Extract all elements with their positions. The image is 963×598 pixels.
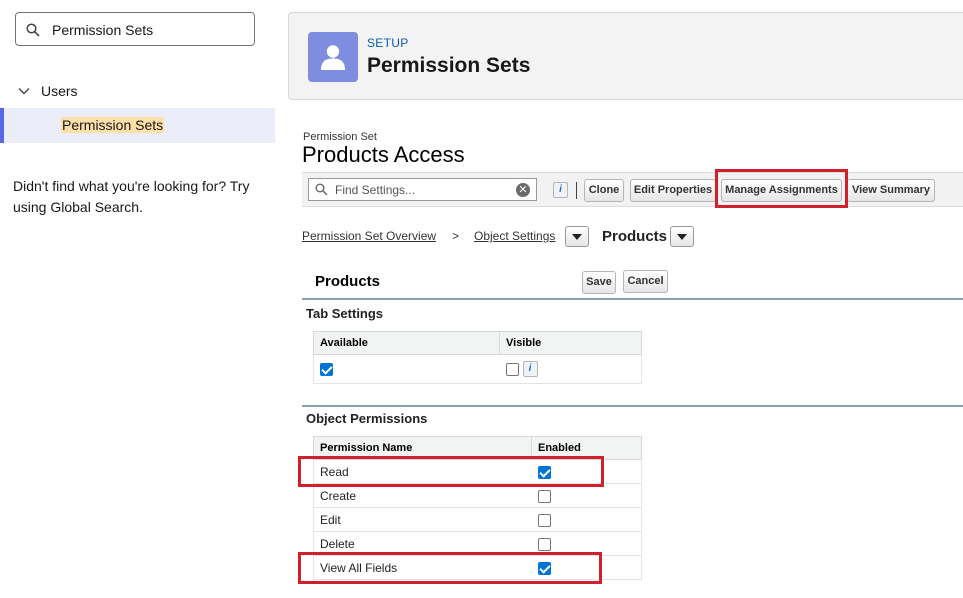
visible-checkbox[interactable] bbox=[505, 362, 519, 376]
page-title: Permission Sets bbox=[367, 54, 531, 77]
permission-name: Create bbox=[313, 483, 532, 508]
delete-checkbox[interactable] bbox=[537, 537, 551, 551]
breadcrumb-separator: > bbox=[452, 229, 460, 243]
visible-cell: i bbox=[499, 354, 642, 384]
quick-find-input[interactable]: Permission Sets bbox=[15, 12, 255, 46]
table-row: View All Fields bbox=[313, 555, 642, 580]
view-all-fields-checkbox[interactable] bbox=[537, 561, 551, 575]
table-row: Delete bbox=[313, 531, 642, 556]
save-button[interactable]: Save bbox=[582, 271, 616, 294]
breadcrumb-overview-link[interactable]: Permission Set Overview bbox=[302, 229, 436, 243]
table-row: i bbox=[313, 354, 642, 384]
page-header: SETUP Permission Sets bbox=[288, 12, 963, 100]
available-cell bbox=[313, 354, 500, 384]
enabled-cell bbox=[531, 459, 642, 484]
read-checkbox[interactable] bbox=[537, 465, 551, 479]
breadcrumb-current: Products bbox=[602, 228, 668, 245]
permission-name: View All Fields bbox=[313, 555, 532, 580]
search-icon bbox=[315, 183, 328, 196]
object-settings-dropdown-icon[interactable] bbox=[565, 226, 589, 247]
sidebar-item-label: Users bbox=[41, 83, 78, 99]
manage-assignments-button[interactable]: Manage Assignments bbox=[721, 179, 842, 202]
edit-checkbox[interactable] bbox=[537, 513, 551, 527]
enabled-cell bbox=[531, 507, 642, 532]
table-row: Read bbox=[313, 459, 642, 484]
column-header: Enabled bbox=[531, 436, 642, 460]
toolbar-divider bbox=[576, 182, 577, 199]
sidebar-item-users[interactable]: Users bbox=[18, 82, 78, 100]
edit-properties-button[interactable]: Edit Properties bbox=[630, 179, 716, 202]
available-checkbox[interactable] bbox=[320, 363, 333, 377]
table-row: Create bbox=[313, 483, 642, 508]
global-search-hint: Didn't find what you're looking for? Try… bbox=[13, 178, 250, 215]
breadcrumb: Permission Set Overview > Object Setting… bbox=[302, 226, 722, 248]
sidebar-item-label: Permission Sets bbox=[61, 117, 165, 133]
create-checkbox[interactable] bbox=[537, 489, 551, 503]
clone-button[interactable]: Clone bbox=[584, 179, 624, 202]
tab-settings-table: Available Visible i bbox=[313, 331, 642, 384]
column-header: Available bbox=[313, 331, 500, 355]
column-header: Permission Name bbox=[313, 436, 532, 460]
object-permissions-title: Object Permissions bbox=[306, 411, 428, 426]
table-header-row: Available Visible bbox=[313, 331, 642, 355]
enabled-cell bbox=[531, 531, 642, 556]
permission-name: Edit bbox=[313, 507, 532, 532]
products-dropdown-icon[interactable] bbox=[670, 226, 694, 247]
setup-sidebar: Permission Sets Users Permission Sets Di… bbox=[0, 0, 275, 598]
tab-settings-title: Tab Settings bbox=[306, 306, 384, 321]
view-summary-button[interactable]: View Summary bbox=[847, 179, 935, 202]
permission-name: Delete bbox=[313, 531, 532, 556]
clear-icon[interactable]: ✕ bbox=[516, 183, 530, 197]
permission-name: Read bbox=[313, 459, 532, 484]
user-icon bbox=[308, 32, 358, 82]
permission-set-toolbar: Find Settings... ✕ i Clone Edit Properti… bbox=[302, 172, 963, 207]
section-divider bbox=[302, 405, 963, 407]
search-icon bbox=[26, 23, 40, 37]
section-divider bbox=[302, 298, 963, 300]
find-settings-placeholder: Find Settings... bbox=[335, 183, 416, 197]
cancel-button[interactable]: Cancel bbox=[623, 270, 668, 293]
sidebar-item-permission-sets[interactable]: Permission Sets bbox=[0, 108, 275, 143]
permission-set-name: Products Access bbox=[302, 142, 465, 167]
table-header-row: Permission Name Enabled bbox=[313, 436, 642, 460]
breadcrumb-object-settings-link[interactable]: Object Settings bbox=[474, 229, 555, 243]
info-icon[interactable]: i bbox=[553, 182, 568, 198]
info-icon[interactable]: i bbox=[522, 361, 538, 377]
find-settings-input[interactable]: Find Settings... ✕ bbox=[308, 178, 537, 201]
object-permissions-table: Permission Name Enabled Read Create Edit… bbox=[313, 436, 642, 580]
table-row: Edit bbox=[313, 507, 642, 532]
column-header: Visible bbox=[499, 331, 642, 355]
section-title: Products bbox=[315, 273, 381, 290]
chevron-down-icon[interactable] bbox=[18, 85, 30, 97]
selected-indicator bbox=[0, 108, 4, 143]
quick-find-value: Permission Sets bbox=[52, 22, 154, 38]
enabled-cell bbox=[531, 555, 642, 580]
setup-eyebrow: SETUP bbox=[367, 36, 409, 50]
enabled-cell bbox=[531, 483, 642, 508]
